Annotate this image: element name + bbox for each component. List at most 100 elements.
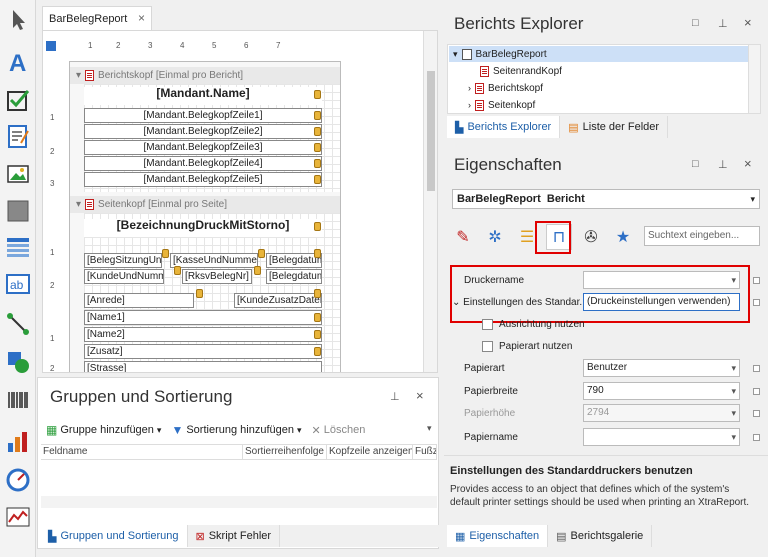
smart-tag-icon[interactable] [196,289,203,298]
tab-eigenschaften[interactable]: ▦ Eigenschaften [447,525,549,547]
band-header-berichtskopf[interactable]: ▾ Berichtskopf [Einmal pro Bericht] [70,67,340,84]
smart-tag-icon[interactable] [314,175,321,184]
prop-papierbreite[interactable]: Papierbreite 790 [448,380,760,402]
chevron-down-icon[interactable]: ▾ [427,423,432,434]
smart-tag-icon[interactable] [314,222,321,231]
chevron-right-icon[interactable]: › [468,100,471,110]
smart-tag-icon[interactable] [314,289,321,298]
einstellungen-value[interactable]: (Druckeinstellungen verwenden) [583,293,740,311]
add-group-button[interactable]: ▦ Gruppe hinzufügen ▾ [46,423,161,437]
field-mandant-name[interactable]: [Mandant.Name] [84,87,322,105]
picture-tool-icon[interactable] [4,160,32,188]
prop-papiername[interactable]: Papiername [448,426,760,448]
smart-tag-icon[interactable] [162,249,169,258]
smart-tag-icon[interactable] [314,313,321,322]
tab-berichtsgalerie[interactable]: ▤ Berichtsgalerie [548,525,653,547]
gauge-tool-icon[interactable] [4,465,32,493]
field-name1[interactable]: [Name1] [84,310,322,325]
design-surface[interactable]: 1 2 3 4 5 6 7 1 2 3 1 2 1 2 ▾ Berichtsko… [42,30,438,373]
pin-icon[interactable]: ⊥ [718,17,728,30]
column-header[interactable]: Kopfzeile anzeigen [327,445,413,459]
field-belegdatum-2[interactable]: [Belegdatum [266,269,322,284]
field-belegkopf-zeile1[interactable]: [Mandant.BelegkopfZeile1] [84,108,322,123]
horizontal-scrollbar[interactable] [41,496,437,508]
field-strasse[interactable]: [Strasse] [84,361,322,372]
close-icon[interactable]: × [744,15,752,30]
label-tool-icon[interactable]: A [4,48,32,76]
prop-einstellungen[interactable]: ⌄ Einstellungen des Standar... (Druckein… [448,291,760,313]
field-name2[interactable]: [Name2] [84,327,322,342]
chevron-down-icon[interactable]: ⌄ [452,297,463,308]
richtext-tool-icon[interactable] [4,122,32,150]
smart-tag-icon[interactable] [314,159,321,168]
column-header[interactable]: Sortierreihenfolge [243,445,327,459]
smart-tag-icon[interactable] [258,249,265,258]
field-belegkopf-zeile4[interactable]: [Mandant.BelegkopfZeile4] [84,156,322,171]
field-zusatz[interactable]: [Zusatz] [84,344,322,359]
pin-icon[interactable]: ⊥ [390,390,400,403]
column-header[interactable]: Feldname [41,445,243,459]
table-tool-icon[interactable] [4,233,32,261]
sparkline-tool-icon[interactable] [4,503,32,531]
tab-gruppen-sortierung[interactable]: ▙ Gruppen und Sortierung [40,525,188,547]
chevron-right-icon[interactable]: › [468,83,471,93]
papierbreite-input[interactable]: 790 [583,382,740,400]
prop-papierart-nutzen[interactable]: Papierart nutzen [448,335,748,357]
smart-tag-icon[interactable] [314,111,321,120]
prop-ausrichtung[interactable]: Ausrichtung nutzen [448,313,748,335]
field-kundeundnummer[interactable]: [KundeUndNumme [84,269,164,284]
pin-icon[interactable]: ⊥ [718,158,728,171]
papierart-select[interactable]: Benutzer [583,359,740,377]
favorites-icon[interactable]: ★ [610,224,636,250]
field-bezeichnung[interactable]: [BezeichnungDruckMitStorno] [84,219,322,237]
shape-tool-icon[interactable] [4,348,32,376]
behavior-icon[interactable]: ✲ [482,224,508,250]
checkbox-tool-icon[interactable] [4,86,32,114]
expand-arrow-icon[interactable]: ▾ [76,199,81,210]
column-header[interactable]: Fußz [413,445,437,459]
field-kasseundnummer[interactable]: [KasseUndNummer] [170,253,258,268]
tree-node-seitenkopf[interactable]: › Seitenkopf [468,97,535,113]
smart-tag-icon[interactable] [314,90,321,99]
document-tab[interactable]: BarBelegReport × [42,6,152,30]
prop-papierart[interactable]: Papierart Benutzer [448,357,760,379]
close-icon[interactable]: × [744,156,752,171]
tree-node-root[interactable]: ▾ BarBelegReport [449,46,749,62]
property-search-input[interactable]: Suchtext eingeben... [644,226,760,246]
smart-tag-icon[interactable] [314,347,321,356]
chevron-down-icon[interactable]: ▾ [453,49,458,60]
field-kundezusatzdaten[interactable]: [KundeZusatzDaten [234,293,322,308]
delete-button[interactable]: ✕ Löschen [312,424,366,437]
band-header-seitenkopf[interactable]: ▾ Seitenkopf [Einmal pro Seite] [70,196,340,213]
pointer-tool-icon[interactable] [4,6,32,34]
object-selector[interactable]: BarBelegReport Bericht ▾ [452,189,760,209]
smart-tag-icon[interactable] [314,249,321,258]
smart-tag-icon[interactable] [174,266,181,275]
field-belegsitzung[interactable]: [BelegSitzungUnd [84,253,162,268]
smart-tag-icon[interactable] [314,143,321,152]
field-belegkopf-zeile3[interactable]: [Mandant.BelegkopfZeile3] [84,140,322,155]
field-belegkopf-zeile5[interactable]: [Mandant.BelegkopfZeile5] [84,172,322,187]
maximize-icon[interactable]: □ [692,17,699,29]
smart-tag-icon[interactable] [254,266,261,275]
tree-node-berichtskopf[interactable]: › Berichtskopf [468,80,543,96]
field-anrede[interactable]: [Anrede] [84,293,194,308]
close-icon[interactable]: × [138,11,145,25]
vertical-scrollbar[interactable] [423,31,437,372]
panel-tool-icon[interactable] [4,197,32,225]
smart-tag-icon[interactable] [314,330,321,339]
maximize-icon[interactable]: □ [692,158,699,170]
line-tool-icon[interactable] [4,310,32,338]
papierart-checkbox[interactable] [482,340,493,352]
chart-tool-icon[interactable] [4,428,32,456]
ausrichtung-checkbox[interactable] [482,318,493,330]
tab-liste-der-felder[interactable]: ▤ Liste der Felder [560,116,669,138]
vertical-scrollbar[interactable] [748,45,760,113]
tab-berichts-explorer[interactable]: ▙ Berichts Explorer [447,116,561,138]
close-icon[interactable]: × [416,388,424,403]
field-rksvbelegnr[interactable]: [RksvBelegNr] [182,269,252,284]
appearance-icon[interactable]: ✎ [450,224,476,250]
barcode-tool-icon[interactable] [4,386,32,414]
expand-arrow-icon[interactable]: ▾ [76,70,81,81]
field-belegkopf-zeile2[interactable]: [Mandant.BelegkopfZeile2] [84,124,322,139]
